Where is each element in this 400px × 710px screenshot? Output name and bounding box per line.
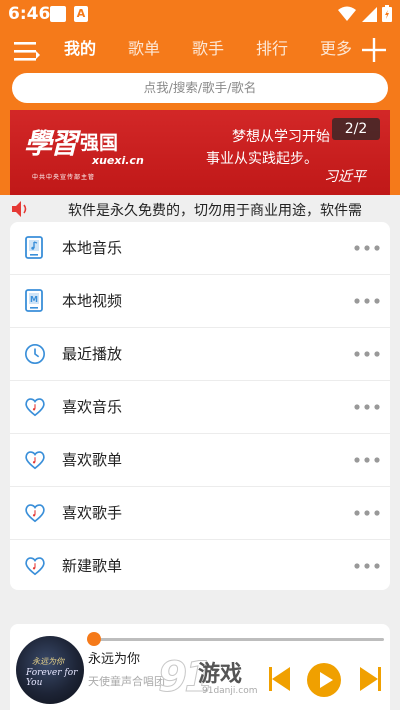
list-item-label: 喜欢歌单 xyxy=(62,451,123,469)
next-icon[interactable] xyxy=(354,664,384,694)
list-item-fav-playlists[interactable]: 喜欢歌单 xyxy=(10,434,390,487)
search-input[interactable]: 点我/搜索/歌手/歌名 xyxy=(12,73,388,103)
heart-note-icon xyxy=(25,398,45,417)
signal-icon xyxy=(362,6,377,22)
list-item-new-playlist[interactable]: 新建歌单 xyxy=(10,540,390,593)
clock-icon xyxy=(25,344,45,364)
banner-logo-text: 强国 xyxy=(80,132,119,154)
wifi-icon xyxy=(338,6,356,21)
banner-slogan-line1: 梦想从学习开始 xyxy=(232,129,330,145)
banner-page-counter: 2/2 xyxy=(332,118,380,140)
tab-more[interactable]: 更多 xyxy=(304,32,368,68)
list-item-recent[interactable]: 最近播放 xyxy=(10,328,390,381)
more-dots-icon[interactable] xyxy=(354,244,380,252)
notice-text: 软件是永久免费的，切勿用于商业用途，软件需 xyxy=(68,203,362,219)
heart-note-icon xyxy=(25,451,45,470)
watermark-text: 游戏 xyxy=(198,662,243,687)
tab-rankings[interactable]: 排行 xyxy=(240,32,304,68)
list-item-local-music[interactable]: 本地音乐 xyxy=(10,222,390,275)
svg-text:M: M xyxy=(30,295,38,304)
banner-signature: 习近平 xyxy=(324,169,366,185)
watermark-logo: 91 游戏 91danji.com xyxy=(157,652,270,708)
list-item-label: 本地视频 xyxy=(62,292,123,310)
list-item-label: 新建歌单 xyxy=(62,557,123,575)
more-dots-icon[interactable] xyxy=(354,562,380,570)
more-dots-icon[interactable] xyxy=(354,350,380,358)
progress-bar[interactable] xyxy=(87,632,384,646)
more-dots-icon[interactable] xyxy=(354,403,380,411)
plus-icon[interactable] xyxy=(362,38,386,62)
banner-slogan-line2: 事业从实践起步。 xyxy=(206,151,318,167)
heart-note-icon xyxy=(25,557,45,576)
progress-handle[interactable] xyxy=(87,632,101,646)
status-bar: 6:46 A xyxy=(0,0,400,30)
heart-note-icon xyxy=(25,504,45,523)
album-title-text: 永远为你 xyxy=(32,657,64,666)
tab-mine[interactable]: 我的 xyxy=(48,32,112,68)
list-item-label: 喜欢歌手 xyxy=(62,504,123,522)
banner-logo-script: 學習 xyxy=(24,127,78,160)
list-item-label: 本地音乐 xyxy=(62,239,123,257)
notification-icon xyxy=(50,6,66,22)
banner-logo-domain: xuexi.cn xyxy=(92,154,144,167)
list-item-label: 最近播放 xyxy=(62,345,123,363)
status-time: 6:46 xyxy=(8,4,51,24)
battery-icon xyxy=(382,5,392,22)
video-file-icon: M xyxy=(25,289,43,312)
mini-player: 永远为你 Forever for You 永远为你 天使童声合唱团 91 游戏 … xyxy=(10,624,390,710)
library-list: 本地音乐 M 本地视频 最近播放 喜欢音乐 喜欢歌单 喜欢歌手 新建歌单 xyxy=(10,222,390,590)
previous-icon[interactable] xyxy=(266,664,296,694)
notice-marquee: 软件是永久免费的，切勿用于商业用途，软件需 xyxy=(0,198,400,220)
banner-carousel[interactable]: 學習 强国 xuexi.cn 中共中央宣传部主管 梦想从学习开始 事业从实践起步… xyxy=(10,110,390,195)
speaker-icon xyxy=(12,201,27,217)
music-file-icon xyxy=(25,236,43,259)
top-nav: 我的 歌单 歌手 排行 更多 xyxy=(0,32,400,68)
song-title: 永远为你 xyxy=(88,652,141,667)
watermark-url: 91danji.com xyxy=(202,686,258,696)
app-notification-icon: A xyxy=(74,6,88,22)
list-item-local-video[interactable]: M 本地视频 xyxy=(10,275,390,328)
more-dots-icon[interactable] xyxy=(354,456,380,464)
more-dots-icon[interactable] xyxy=(354,509,380,517)
album-art[interactable]: 永远为你 Forever for You xyxy=(16,636,84,704)
status-icons xyxy=(338,5,392,22)
song-artist: 天使童声合唱团 xyxy=(88,675,165,688)
tab-singers[interactable]: 歌手 xyxy=(176,32,240,68)
list-item-fav-music[interactable]: 喜欢音乐 xyxy=(10,381,390,434)
banner-logo-caption: 中共中央宣传部主管 xyxy=(32,174,96,181)
nav-tabs: 我的 歌单 歌手 排行 更多 xyxy=(48,32,368,68)
list-item-label: 喜欢音乐 xyxy=(62,398,123,416)
play-icon[interactable] xyxy=(306,662,342,698)
menu-icon[interactable] xyxy=(14,40,40,62)
tab-playlists[interactable]: 歌单 xyxy=(112,32,176,68)
more-dots-icon[interactable] xyxy=(354,297,380,305)
album-subtitle-text: Forever for You xyxy=(26,668,78,688)
list-item-fav-singers[interactable]: 喜欢歌手 xyxy=(10,487,390,540)
